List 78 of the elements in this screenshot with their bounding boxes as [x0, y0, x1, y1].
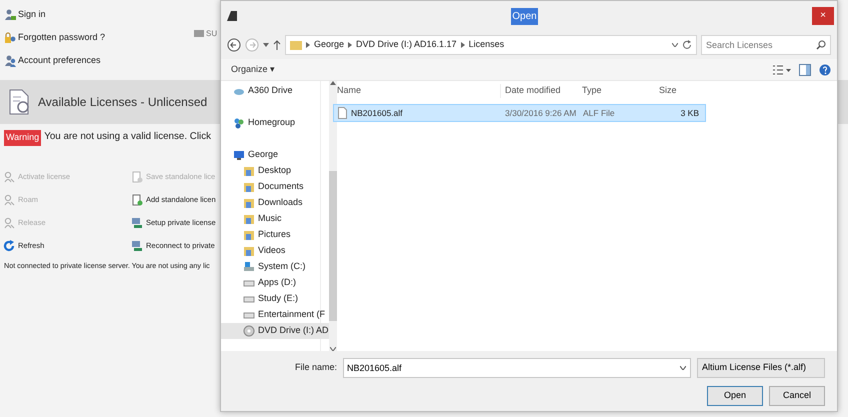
- breadcrumb-item[interactable]: Licenses: [468, 38, 504, 52]
- cancel-button[interactable]: Cancel: [769, 386, 825, 406]
- account-link[interactable]: Forgotten password ?: [0, 26, 106, 49]
- nav-item[interactable]: Downloads: [221, 195, 329, 211]
- up-arrow-icon: [273, 40, 281, 50]
- user-icon: [4, 8, 16, 20]
- nav-item[interactable]: Music: [221, 211, 329, 227]
- file-row[interactable]: NB201605.alf 3/30/2016 9:26 AM ALF File 3 KB: [333, 104, 706, 122]
- column-header[interactable]: Size: [655, 84, 701, 98]
- header-title: Available Licenses - Unlicensed: [38, 94, 208, 111]
- file-name-field[interactable]: NB201605.alf: [343, 358, 691, 378]
- column-header[interactable]: Type: [578, 84, 655, 98]
- close-button[interactable]: ×: [812, 7, 834, 25]
- account-link[interactable]: Sign in: [0, 3, 46, 26]
- file-name: NB201605.alf: [351, 106, 403, 120]
- refresh-icon: [682, 40, 692, 50]
- file-date: 3/30/2016 9:26 AM: [504, 106, 578, 120]
- nav-item[interactable]: Study (E:): [221, 291, 329, 307]
- computer-icon: [233, 149, 245, 161]
- folder-icon: [243, 213, 255, 225]
- nav-item[interactable]: George: [221, 147, 329, 163]
- folder-icon: [243, 245, 255, 257]
- homegroup-icon: [233, 117, 245, 129]
- chevron-down-icon: [680, 366, 686, 370]
- breadcrumb-item[interactable]: DVD Drive (I:) AD16.1.17: [356, 38, 457, 52]
- nav-item[interactable]: Documents: [221, 179, 329, 195]
- column-header[interactable]: Name: [333, 84, 500, 98]
- drive-icon: [243, 261, 255, 273]
- help-icon: [819, 64, 831, 76]
- nav-item[interactable]: Entertainment (F: [221, 307, 329, 323]
- chevron-down-icon: [672, 43, 678, 47]
- folder-icon: [243, 181, 255, 193]
- refresh-icon: [3, 240, 15, 252]
- folder-icon: [243, 197, 255, 209]
- folder-icon: [243, 229, 255, 241]
- forward-icon: [245, 38, 259, 52]
- users-icon: [4, 54, 16, 66]
- warning-message: You are not using a valid license. Click: [44, 130, 212, 144]
- breadcrumb-item[interactable]: George: [314, 38, 344, 52]
- nav-item[interactable]: Homegroup: [221, 115, 329, 131]
- search-icon: [816, 40, 826, 50]
- back-icon: [227, 38, 241, 52]
- nav-item[interactable]: DVD Drive (I:) AD: [221, 323, 329, 339]
- caret-icon: [263, 43, 269, 47]
- organize-menu[interactable]: Organize ▾: [227, 62, 280, 76]
- lock-user-icon: [4, 32, 16, 44]
- nav-item[interactable]: A360 Drive: [221, 83, 329, 99]
- nav-item[interactable]: Desktop: [221, 163, 329, 179]
- chevron-icon: [306, 42, 310, 48]
- side-label: SU: [206, 28, 218, 40]
- file-type-dropdown[interactable]: Altium License Files (*.alf): [697, 358, 825, 378]
- account-link[interactable]: Account preferences: [0, 49, 101, 72]
- window-title: Open: [511, 8, 538, 24]
- nav-item[interactable]: Pictures: [221, 227, 329, 243]
- search-field[interactable]: Search Licenses: [701, 35, 831, 55]
- chevron-icon: [460, 42, 465, 48]
- folder-icon: [290, 39, 302, 51]
- nav-item[interactable]: System (C:): [221, 259, 329, 275]
- document-icon: [131, 194, 143, 206]
- disc-icon: [243, 325, 255, 337]
- scroll-down-icon: [330, 347, 336, 351]
- chevron-icon: [348, 42, 352, 48]
- monitor-icon: [194, 29, 204, 39]
- open-button[interactable]: Open: [707, 386, 763, 406]
- folder-icon: [243, 165, 255, 177]
- license-document-icon: [8, 89, 30, 115]
- warning-label: Warning: [4, 130, 42, 146]
- file-name-label: File name:: [294, 361, 337, 374]
- computer-icon: [131, 240, 143, 252]
- file-type: ALF File: [582, 106, 616, 120]
- computer-icon: [131, 216, 143, 228]
- view-list-icon: [773, 64, 791, 74]
- file-size: 3 KB: [680, 106, 700, 120]
- column-header[interactable]: Date modified: [500, 84, 578, 98]
- nav-item[interactable]: Videos: [221, 243, 329, 259]
- nav-item[interactable]: Apps (D:): [221, 275, 329, 291]
- preview-pane-icon: [799, 64, 811, 76]
- document-icon: [131, 170, 143, 182]
